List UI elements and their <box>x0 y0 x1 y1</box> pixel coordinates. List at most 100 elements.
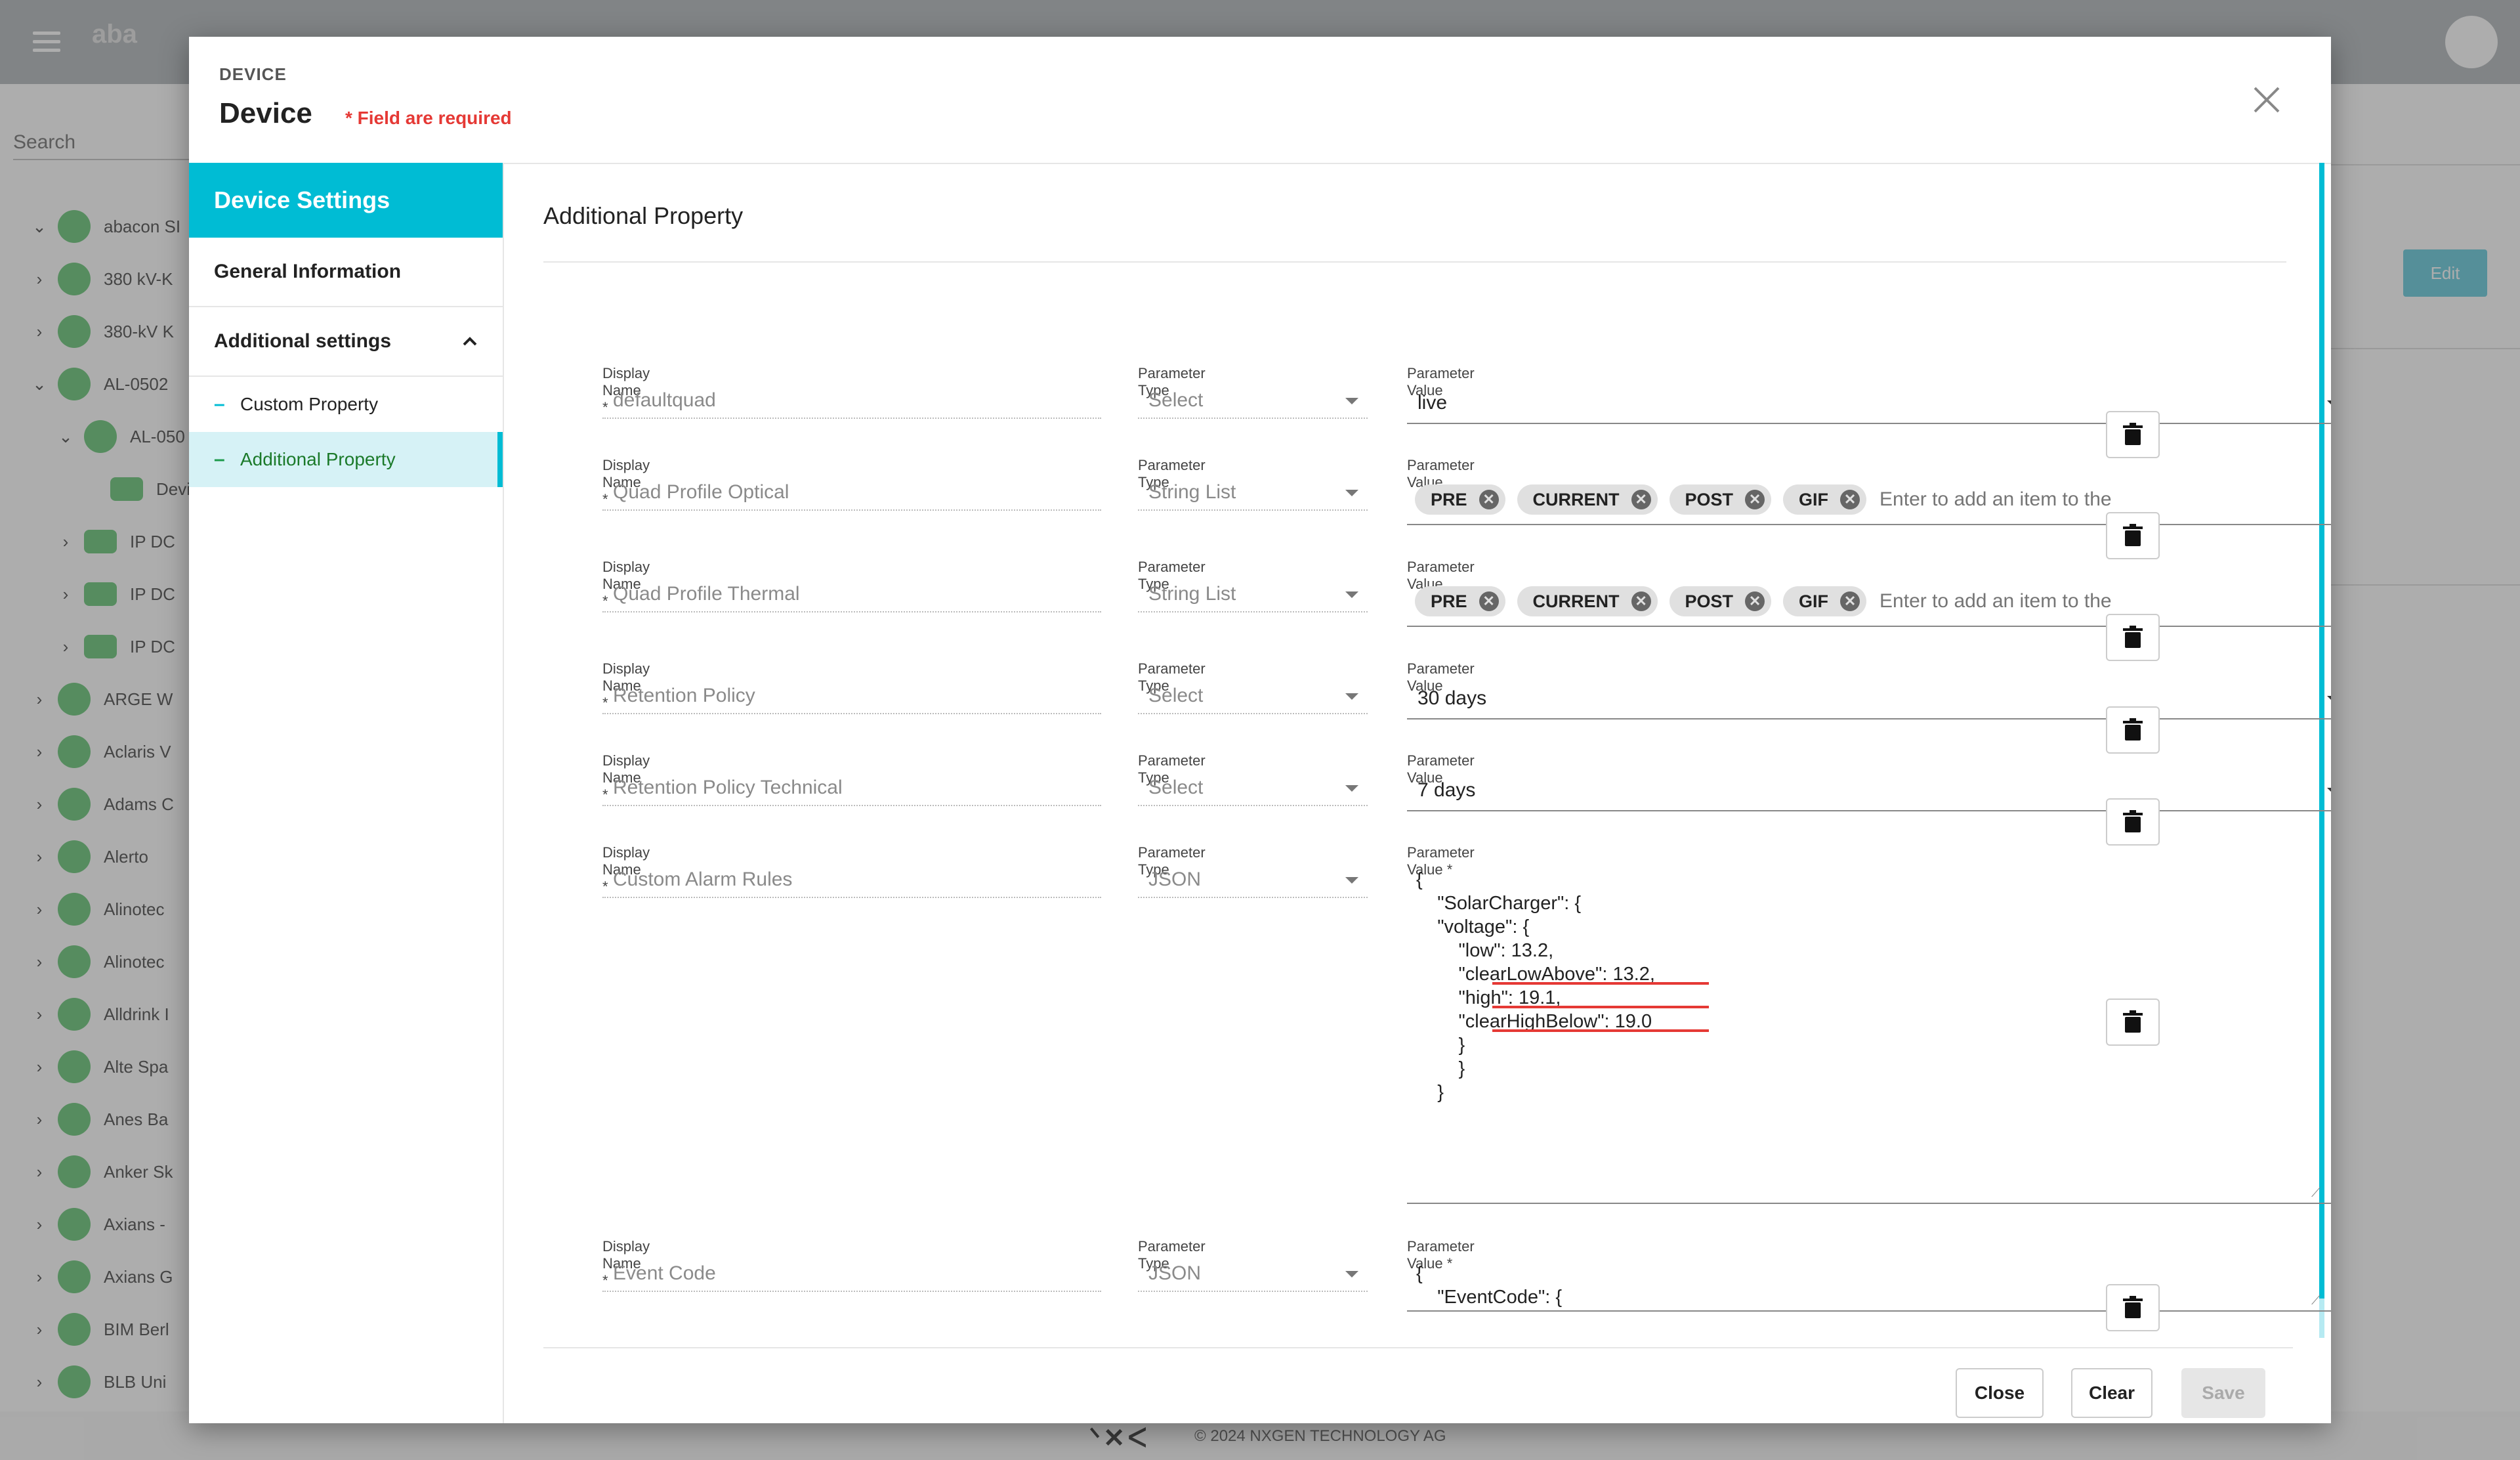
chip-label: GIF <box>1799 489 1829 509</box>
caret-down-icon <box>1345 877 1358 884</box>
trash-icon <box>2123 524 2143 546</box>
trash-icon <box>2123 1010 2143 1033</box>
resize-handle-icon[interactable]: ⟋ <box>2311 1293 2320 1308</box>
parameter-value-chip-input[interactable]: PRE ✕ CURRENT ✕ POST ✕ GIF ✕ <box>1407 577 2331 627</box>
parameter-value-select[interactable]: 30 days <box>1407 679 2331 719</box>
section-divider <box>543 261 2286 263</box>
parameter-type-value: Select <box>1148 389 1204 411</box>
trash-icon <box>2123 718 2143 741</box>
delete-row-button[interactable] <box>2106 1284 2160 1331</box>
parameter-type-value: Select <box>1148 777 1204 798</box>
resize-handle-icon[interactable]: ⟋ <box>2311 1186 2320 1201</box>
display-name-input[interactable]: Quad Profile Thermal <box>602 577 1101 612</box>
sidebar-subitem-additional-property[interactable]: – Additional Property <box>189 432 503 487</box>
sidebar-item-general-information[interactable]: General Information <box>189 238 503 307</box>
delete-row-button[interactable] <box>2106 512 2160 559</box>
parameter-value-select[interactable]: live <box>1407 383 2331 424</box>
dash-icon: – <box>214 448 225 470</box>
caret-down-icon <box>1345 1271 1358 1278</box>
caret-down-icon <box>1345 398 1358 404</box>
display-name-input[interactable]: Event Code <box>602 1256 1101 1292</box>
trash-icon <box>2123 626 2143 648</box>
annotation-underline <box>1492 1029 1709 1032</box>
json-text: { "SolarCharger": { "voltage": { "low": … <box>1416 869 1655 1103</box>
chip-label: PRE <box>1431 489 1467 509</box>
display-name-input[interactable]: Retention Policy <box>602 679 1101 714</box>
chip-remove-icon[interactable]: ✕ <box>1631 591 1651 611</box>
parameter-value-chip-input[interactable]: PRE ✕ CURRENT ✕ POST ✕ GIF ✕ <box>1407 475 2331 525</box>
parameter-type-select[interactable]: JSON <box>1138 863 1368 898</box>
close-icon[interactable] <box>2247 80 2286 119</box>
chip-remove-icon[interactable]: ✕ <box>1840 591 1860 611</box>
delete-row-button[interactable] <box>2106 798 2160 846</box>
value-chip: PRE ✕ <box>1415 484 1505 515</box>
sidebar-header: Device Settings <box>189 163 503 238</box>
chip-label: POST <box>1685 591 1734 611</box>
chip-label: CURRENT <box>1532 591 1620 611</box>
delete-row-button[interactable] <box>2106 706 2160 754</box>
sidebar-item-additional-settings[interactable]: Additional settings <box>189 307 503 377</box>
parameter-value-select[interactable]: 7 days <box>1407 771 2331 811</box>
parameter-type-value: Select <box>1148 685 1204 706</box>
json-text: { "EventCode": { <box>1416 1263 1563 1308</box>
value-chip: POST ✕ <box>1669 484 1772 515</box>
parameter-type-select[interactable]: Select <box>1138 771 1368 806</box>
parameter-type-select[interactable]: JSON <box>1138 1256 1368 1292</box>
chip-remove-icon[interactable]: ✕ <box>1745 591 1765 611</box>
sidebar-subitem-label: Custom Property <box>240 394 379 414</box>
chip-add-input[interactable] <box>1878 590 2131 613</box>
caret-down-icon <box>2327 788 2331 795</box>
parameter-type-value: String List <box>1148 583 1236 605</box>
parameter-type-value: String List <box>1148 481 1236 503</box>
parameter-type-value: JSON <box>1148 869 1202 890</box>
delete-row-button[interactable] <box>2106 614 2160 661</box>
sidebar-subitem-custom-property[interactable]: – Custom Property <box>189 377 503 432</box>
sidebar-subitem-label: Additional Property <box>240 449 396 469</box>
parameter-value-text: 30 days <box>1418 687 1487 709</box>
display-name-input[interactable]: Custom Alarm Rules <box>602 863 1101 898</box>
modal-overline: DEVICE <box>219 64 287 84</box>
value-chip: CURRENT ✕ <box>1517 484 1658 515</box>
device-modal: DEVICE Device * Field are required Devic… <box>189 37 2331 1423</box>
display-name-input[interactable]: Retention Policy Technical <box>602 771 1101 806</box>
chevron-up-icon <box>463 337 477 346</box>
caret-down-icon <box>1345 693 1358 700</box>
sidebar-item-label: Additional settings <box>214 330 391 352</box>
parameter-type-select[interactable]: String List <box>1138 577 1368 612</box>
parameter-value-text: 7 days <box>1418 779 1476 801</box>
trash-icon <box>2123 810 2143 832</box>
caret-down-icon <box>2327 400 2331 408</box>
save-button[interactable]: Save <box>2181 1368 2265 1418</box>
chip-remove-icon[interactable]: ✕ <box>1479 591 1499 611</box>
display-name-input[interactable]: Quad Profile Optical <box>602 475 1101 511</box>
chip-add-input[interactable] <box>1878 488 2131 511</box>
delete-row-button[interactable] <box>2106 411 2160 458</box>
parameter-value-text: live <box>1418 392 1448 414</box>
chip-label: GIF <box>1799 591 1829 611</box>
chip-remove-icon[interactable]: ✕ <box>1745 490 1765 509</box>
value-chip: PRE ✕ <box>1415 586 1505 616</box>
dash-icon: – <box>214 393 225 415</box>
caret-down-icon <box>1345 785 1358 792</box>
value-chip: POST ✕ <box>1669 586 1772 616</box>
close-button[interactable]: Close <box>1956 1368 2044 1418</box>
clear-button[interactable]: Clear <box>2071 1368 2152 1418</box>
trash-icon <box>2123 423 2143 445</box>
modal-title: Device <box>219 97 312 129</box>
display-name-input[interactable]: defaultquad <box>602 383 1101 419</box>
chip-remove-icon[interactable]: ✕ <box>1631 490 1651 509</box>
delete-row-button[interactable] <box>2106 998 2160 1046</box>
parameter-type-select[interactable]: Select <box>1138 679 1368 714</box>
parameter-type-select[interactable]: Select <box>1138 383 1368 419</box>
caret-down-icon <box>1345 490 1358 496</box>
value-chip: GIF ✕ <box>1783 484 1867 515</box>
chip-label: PRE <box>1431 591 1467 611</box>
annotation-underline <box>1492 982 1709 985</box>
parameter-type-select[interactable]: String List <box>1138 475 1368 511</box>
value-chip: GIF ✕ <box>1783 586 1867 616</box>
parameter-type-value: JSON <box>1148 1262 1202 1284</box>
chip-remove-icon[interactable]: ✕ <box>1479 490 1499 509</box>
settings-sidebar: Device Settings General Information Addi… <box>189 163 504 1423</box>
chip-remove-icon[interactable]: ✕ <box>1840 490 1860 509</box>
sidebar-item-label: General Information <box>214 261 402 282</box>
